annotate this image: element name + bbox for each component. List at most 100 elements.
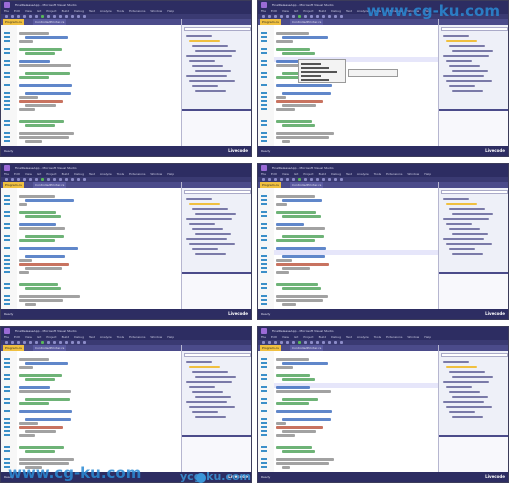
toolbar-button-icon[interactable] xyxy=(280,15,283,18)
toolbar-run-icon[interactable] xyxy=(41,15,44,18)
solution-explorer-item[interactable] xyxy=(192,45,228,47)
toolbar-button-icon[interactable] xyxy=(268,15,271,18)
code-editor[interactable] xyxy=(258,25,438,148)
toolbar-button-icon[interactable] xyxy=(274,341,277,344)
solution-explorer-item[interactable] xyxy=(443,198,469,200)
toolbar-button-icon[interactable] xyxy=(83,15,86,18)
toolbar-button-icon[interactable] xyxy=(322,341,325,344)
toolbar-button-icon[interactable] xyxy=(47,15,50,18)
toolbar-button-icon[interactable] xyxy=(65,178,68,181)
toolbar-button-icon[interactable] xyxy=(268,341,271,344)
solution-explorer-item[interactable] xyxy=(195,70,231,72)
solution-explorer-item[interactable] xyxy=(449,411,475,413)
toolbar-button-icon[interactable] xyxy=(77,341,80,344)
toolbar-button-icon[interactable] xyxy=(316,15,319,18)
toolbar-button-icon[interactable] xyxy=(47,341,50,344)
solution-explorer-item[interactable] xyxy=(189,406,235,408)
solution-explorer-item[interactable] xyxy=(452,233,488,235)
solution-explorer-item[interactable] xyxy=(452,50,493,52)
solution-explorer-item[interactable] xyxy=(443,401,484,403)
toolbar-button-icon[interactable] xyxy=(35,178,38,181)
toolbar-button-icon[interactable] xyxy=(322,15,325,18)
solution-explorer-item[interactable] xyxy=(443,75,484,77)
toolbar-button-icon[interactable] xyxy=(35,341,38,344)
toolbar-button-icon[interactable] xyxy=(292,15,295,18)
solution-explorer-item[interactable] xyxy=(189,203,220,205)
toolbar-button-icon[interactable] xyxy=(71,178,74,181)
toolbar-button-icon[interactable] xyxy=(274,15,277,18)
solution-explorer-item[interactable] xyxy=(452,416,483,418)
solution-explorer-item[interactable] xyxy=(192,248,218,250)
toolbar-run-icon[interactable] xyxy=(298,178,301,181)
code-editor[interactable] xyxy=(1,188,181,311)
solution-explorer-item[interactable] xyxy=(186,238,227,240)
solution-explorer-item[interactable] xyxy=(446,40,477,42)
solution-explorer-item[interactable] xyxy=(186,75,227,77)
solution-explorer-item[interactable] xyxy=(186,198,212,200)
toolbar-button-icon[interactable] xyxy=(17,178,20,181)
solution-explorer-item[interactable] xyxy=(443,238,484,240)
toolbar-button-icon[interactable] xyxy=(292,178,295,181)
toolbar-button-icon[interactable] xyxy=(23,178,26,181)
solution-search-input[interactable] xyxy=(184,190,251,194)
solution-explorer-item[interactable] xyxy=(192,228,223,230)
popup-item[interactable] xyxy=(301,75,321,77)
solution-explorer-item[interactable] xyxy=(195,213,236,215)
toolbar-button-icon[interactable] xyxy=(83,178,86,181)
toolbar-button-icon[interactable] xyxy=(268,178,271,181)
solution-explorer-item[interactable] xyxy=(189,223,215,225)
solution-explorer-item[interactable] xyxy=(446,386,472,388)
solution-explorer-item[interactable] xyxy=(449,228,480,230)
solution-explorer-item[interactable] xyxy=(189,386,215,388)
solution-explorer-item[interactable] xyxy=(446,80,492,82)
solution-explorer-item[interactable] xyxy=(449,391,480,393)
toolbar-button-icon[interactable] xyxy=(5,178,8,181)
solution-explorer-item[interactable] xyxy=(446,406,492,408)
toolbar-button-icon[interactable] xyxy=(23,341,26,344)
solution-search-input[interactable] xyxy=(441,27,508,31)
toolbar-button-icon[interactable] xyxy=(310,15,313,18)
toolbar-button-icon[interactable] xyxy=(59,178,62,181)
solution-explorer[interactable] xyxy=(438,345,508,474)
solution-explorer[interactable] xyxy=(438,19,508,148)
solution-explorer-item[interactable] xyxy=(452,213,493,215)
toolbar-button-icon[interactable] xyxy=(23,15,26,18)
toolbar-button-icon[interactable] xyxy=(17,15,20,18)
toolbar-button-icon[interactable] xyxy=(53,341,56,344)
toolbar-button-icon[interactable] xyxy=(29,178,32,181)
solution-explorer-item[interactable] xyxy=(189,366,220,368)
solution-explorer-item[interactable] xyxy=(189,243,235,245)
solution-explorer-item[interactable] xyxy=(452,253,483,255)
solution-explorer-item[interactable] xyxy=(443,361,469,363)
toolbar-button-icon[interactable] xyxy=(5,341,8,344)
solution-explorer-item[interactable] xyxy=(449,208,485,210)
solution-explorer-item[interactable] xyxy=(186,35,212,37)
toolbar-button-icon[interactable] xyxy=(316,341,319,344)
solution-explorer-item[interactable] xyxy=(195,396,231,398)
solution-explorer-item[interactable] xyxy=(443,218,489,220)
toolbar-button-icon[interactable] xyxy=(35,15,38,18)
solution-search-input[interactable] xyxy=(184,27,251,31)
solution-explorer-item[interactable] xyxy=(449,248,475,250)
toolbar-button-icon[interactable] xyxy=(316,178,319,181)
solution-explorer-item[interactable] xyxy=(446,60,472,62)
toolbar-button-icon[interactable] xyxy=(286,341,289,344)
popup-item[interactable] xyxy=(301,79,329,81)
toolbar-button-icon[interactable] xyxy=(11,178,14,181)
code-editor[interactable] xyxy=(1,351,181,474)
solution-explorer-item[interactable] xyxy=(189,80,235,82)
toolbar-button-icon[interactable] xyxy=(280,341,283,344)
toolbar-button-icon[interactable] xyxy=(77,178,80,181)
toolbar-button-icon[interactable] xyxy=(71,341,74,344)
solution-explorer-item[interactable] xyxy=(452,90,483,92)
solution-explorer-item[interactable] xyxy=(446,223,472,225)
toolbar-button-icon[interactable] xyxy=(310,178,313,181)
toolbar-button-icon[interactable] xyxy=(292,341,295,344)
solution-explorer-item[interactable] xyxy=(443,381,489,383)
solution-explorer[interactable] xyxy=(438,182,508,311)
toolbar-button-icon[interactable] xyxy=(262,15,265,18)
toolbar-button-icon[interactable] xyxy=(65,15,68,18)
toolbar-button-icon[interactable] xyxy=(53,15,56,18)
solution-explorer-item[interactable] xyxy=(189,60,215,62)
solution-explorer-item[interactable] xyxy=(195,50,236,52)
